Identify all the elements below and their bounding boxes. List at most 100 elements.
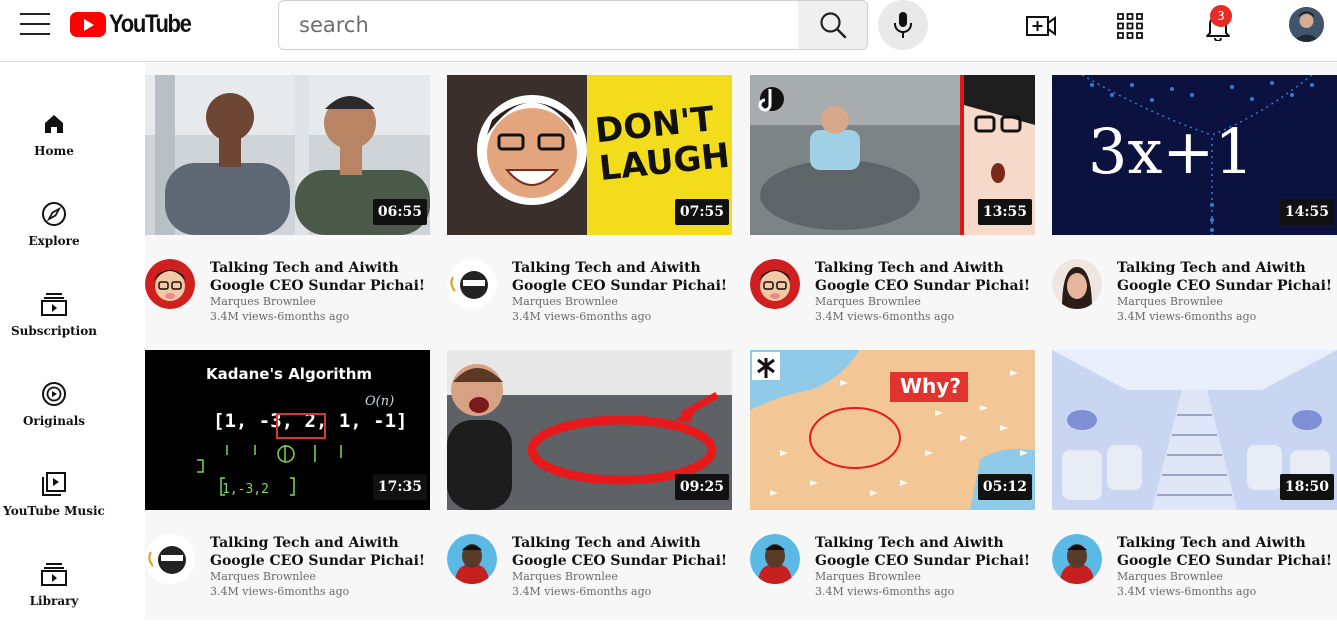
channel-avatar[interactable] <box>145 534 195 584</box>
channel-name[interactable]: Marques Brownlee <box>512 570 618 583</box>
channel-name[interactable]: Marques Brownlee <box>1117 570 1223 583</box>
video-duration: 09:25 <box>674 474 729 500</box>
video-title[interactable]: Talking Tech and Aiwith Google CEO Sunda… <box>1117 259 1337 295</box>
video-card[interactable]: 18:50 Talking Tech and Aiwith Google CEO… <box>1052 350 1337 610</box>
channel-name[interactable]: Marques Brownlee <box>512 295 618 308</box>
sidebar-item-library[interactable]: Library <box>0 561 108 641</box>
video-title[interactable]: Talking Tech and Aiwith Google CEO Sunda… <box>815 534 1041 570</box>
channel-avatar[interactable] <box>145 259 195 309</box>
library-icon <box>41 561 67 587</box>
video-meta: 3.4M views-6months ago <box>1117 585 1257 598</box>
search-button[interactable] <box>798 0 868 50</box>
thumbnail-text: Kadane's Algorithm <box>206 365 373 383</box>
video-duration: 14:55 <box>1279 199 1334 225</box>
music-icon <box>41 471 67 497</box>
video-duration: 05:12 <box>977 474 1032 500</box>
subscriptions-icon <box>41 291 67 317</box>
video-meta: 3.4M views-6months ago <box>210 585 350 598</box>
sidebar-item-label: YouTube Music <box>3 504 105 518</box>
create-video-button[interactable] <box>1023 8 1059 44</box>
svg-text:1,-3,2: 1,-3,2 <box>222 482 269 497</box>
channel-avatar[interactable] <box>1052 534 1102 584</box>
account-avatar-image <box>1289 7 1324 42</box>
home-icon <box>41 111 67 137</box>
create-video-icon <box>1026 16 1056 36</box>
video-meta: 3.4M views-6months ago <box>815 585 955 598</box>
video-card[interactable]: Why? 05:12 Talking Tech and Aiwith Googl… <box>750 350 1037 610</box>
video-thumbnail[interactable]: 3x+1 14:55 <box>1052 75 1337 235</box>
video-title[interactable]: Talking Tech and Aiwith Google CEO Sunda… <box>512 259 738 295</box>
video-meta: 3.4M views-6months ago <box>815 310 955 323</box>
sidebar-item-label: Home <box>34 144 74 158</box>
originals-icon <box>41 381 67 407</box>
video-thumbnail[interactable]: 13:55 <box>750 75 1035 235</box>
search-icon <box>819 12 846 39</box>
video-thumbnail[interactable]: 09:25 <box>447 350 732 510</box>
search-box <box>278 0 799 50</box>
channel-name[interactable]: Marques Brownlee <box>210 570 316 583</box>
sidebar-item-youtube-music[interactable]: YouTube Music <box>0 471 108 551</box>
channel-avatar[interactable] <box>447 534 497 584</box>
svg-text:O(n): O(n) <box>365 394 394 409</box>
video-duration: 06:55 <box>372 199 427 225</box>
video-feed: 06:55 Talking Tech and Aiwith Google CEO… <box>145 63 1337 620</box>
apps-button[interactable] <box>1112 8 1148 44</box>
video-card[interactable]: 09:25 Talking Tech and Aiwith Google CEO… <box>447 350 734 610</box>
youtube-logo[interactable]: YouTube <box>70 10 202 38</box>
sidebar-item-label: Library <box>29 594 79 608</box>
channel-name[interactable]: Marques Brownlee <box>1117 295 1223 308</box>
thumbnail-text: Why? <box>900 374 961 398</box>
voice-search-button[interactable] <box>878 0 928 50</box>
video-meta: 3.4M views-6months ago <box>512 310 652 323</box>
video-meta: 3.4M views-6months ago <box>512 585 652 598</box>
video-thumbnail[interactable]: [1, -3, 2, 1, -1] 1,-3,2 O(n) Kadane's A… <box>145 350 430 510</box>
sidebar-item-home[interactable]: Home <box>0 111 108 191</box>
channel-name[interactable]: Marques Brownlee <box>815 295 921 308</box>
video-duration: 07:55 <box>674 199 729 225</box>
video-meta: 3.4M views-6months ago <box>210 310 350 323</box>
channel-avatar[interactable] <box>1052 259 1102 309</box>
mic-icon <box>894 12 912 38</box>
compass-icon <box>41 201 67 227</box>
top-bar: YouTube search 3 <box>0 0 1337 62</box>
video-title[interactable]: Talking Tech and Aiwith Google CEO Sunda… <box>512 534 738 570</box>
video-duration: 13:55 <box>977 199 1032 225</box>
video-title[interactable]: Talking Tech and Aiwith Google CEO Sunda… <box>1117 534 1337 570</box>
channel-avatar[interactable] <box>750 534 800 584</box>
video-duration: 17:35 <box>372 474 427 500</box>
sidebar-item-originals[interactable]: Originals <box>0 381 108 461</box>
sidebar-item-explore[interactable]: Explore <box>0 201 108 281</box>
apps-grid-icon <box>1117 13 1143 39</box>
video-title[interactable]: Talking Tech and Aiwith Google CEO Sunda… <box>815 259 1041 295</box>
video-card[interactable]: DON'T LAUGH 07:55 Talking Tech and Aiwit… <box>447 75 734 335</box>
sidebar-item-label: Subscription <box>11 324 97 338</box>
video-thumbnail[interactable]: Why? 05:12 <box>750 350 1035 510</box>
youtube-play-icon <box>70 11 106 37</box>
sidebar-item-label: Explore <box>28 234 80 248</box>
video-duration: 18:50 <box>1279 474 1334 500</box>
account-avatar[interactable] <box>1289 7 1324 42</box>
video-card[interactable]: 3x+1 14:55 Talking Tech and Aiwith Googl… <box>1052 75 1337 335</box>
video-thumbnail[interactable]: DON'T LAUGH 07:55 <box>447 75 732 235</box>
video-thumbnail[interactable]: 06:55 <box>145 75 430 235</box>
sidebar-item-subscription[interactable]: Subscription <box>0 291 108 371</box>
search-input[interactable] <box>279 1 798 49</box>
sidebar-item-label: Originals <box>22 414 86 428</box>
channel-avatar[interactable] <box>750 259 800 309</box>
channel-avatar[interactable] <box>447 259 497 309</box>
video-meta: 3.4M views-6months ago <box>1117 310 1257 323</box>
logo-text: YouTube <box>109 9 192 38</box>
thumbnail-text: 3x+1 <box>1088 115 1254 188</box>
video-title[interactable]: Talking Tech and Aiwith Google CEO Sunda… <box>210 534 436 570</box>
sidebar: Home Explore Subscription Originals YouT… <box>0 63 108 620</box>
video-card[interactable]: [1, -3, 2, 1, -1] 1,-3,2 O(n) Kadane's A… <box>145 350 432 610</box>
menu-icon[interactable] <box>20 13 50 37</box>
channel-name[interactable]: Marques Brownlee <box>210 295 316 308</box>
notification-count-badge: 3 <box>1210 5 1232 27</box>
video-thumbnail[interactable]: 18:50 <box>1052 350 1337 510</box>
channel-name[interactable]: Marques Brownlee <box>815 570 921 583</box>
video-card[interactable]: 13:55 Talking Tech and Aiwith Google CEO… <box>750 75 1037 335</box>
video-card[interactable]: 06:55 Talking Tech and Aiwith Google CEO… <box>145 75 432 335</box>
thumbnail-text: DON'T LAUGH <box>593 99 732 190</box>
video-title[interactable]: Talking Tech and Aiwith Google CEO Sunda… <box>210 259 436 295</box>
